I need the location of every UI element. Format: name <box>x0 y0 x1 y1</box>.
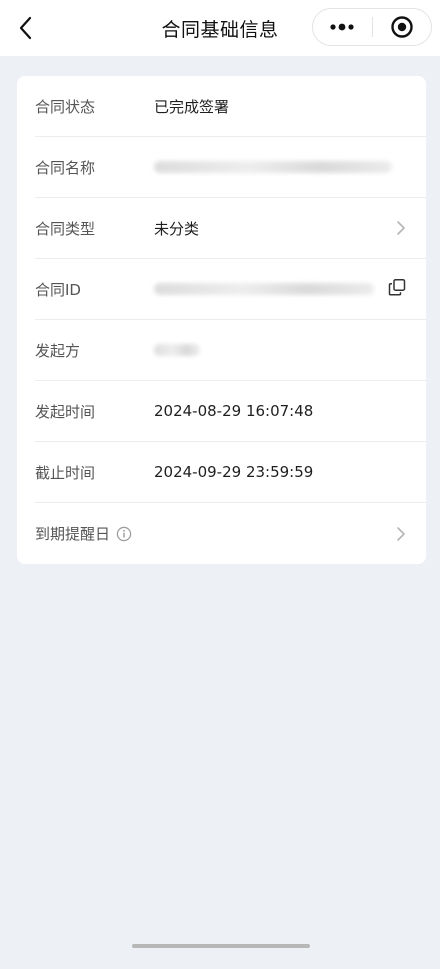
redacted-contract-id <box>154 283 374 295</box>
home-indicator <box>132 944 310 948</box>
reminder-label: 到期提醒日 <box>35 525 111 543</box>
detail-row-type[interactable]: 合同类型 未分类 <box>35 198 426 259</box>
detail-row-reminder[interactable]: 到期提醒日 <box>35 503 426 564</box>
detail-row-name: 合同名称 <box>35 137 426 198</box>
row-label: 截止时间 <box>35 463 96 482</box>
row-label-with-info: 到期提醒日 <box>35 523 154 544</box>
row-label: 合同状态 <box>35 97 96 116</box>
redacted-initiator <box>154 344 200 356</box>
redacted-contract-name <box>154 161 392 173</box>
row-label: 合同ID <box>35 280 81 299</box>
chevron-right-icon <box>396 526 406 542</box>
row-label: 发起方 <box>35 341 81 360</box>
back-button[interactable] <box>10 10 42 46</box>
mini-program-capsule <box>312 8 432 46</box>
detail-row-status: 合同状态 已完成签署 <box>35 76 426 137</box>
copy-icon[interactable] <box>388 278 406 296</box>
detail-row-initiator: 发起方 <box>35 320 426 381</box>
chevron-right-icon <box>396 220 406 236</box>
row-label: 合同类型 <box>35 219 96 238</box>
info-icon[interactable] <box>116 526 132 542</box>
row-label: 发起时间 <box>35 402 96 421</box>
deadline-value: 2024-09-29 23:59:59 <box>154 463 314 481</box>
chevron-left-icon <box>19 16 32 40</box>
status-value: 已完成签署 <box>154 97 230 116</box>
detail-row-start-time: 发起时间 2024-08-29 16:07:48 <box>35 381 426 442</box>
contract-info-screen: 合同基础信息 合同状态 已完成签署 合同名称 合同类型 未分类 合同ID 发起方… <box>0 0 440 969</box>
more-dots-icon <box>330 23 354 31</box>
nav-header: 合同基础信息 <box>0 0 440 56</box>
more-button[interactable] <box>313 9 372 45</box>
detail-row-id: 合同ID <box>35 259 426 320</box>
type-value: 未分类 <box>154 219 200 238</box>
start-time-value: 2024-08-29 16:07:48 <box>154 402 314 420</box>
target-circle-icon <box>391 16 413 38</box>
close-button[interactable] <box>372 9 431 45</box>
page-title: 合同基础信息 <box>161 18 279 41</box>
row-label: 合同名称 <box>35 158 96 177</box>
detail-row-deadline: 截止时间 2024-09-29 23:59:59 <box>35 442 426 503</box>
contract-details-card: 合同状态 已完成签署 合同名称 合同类型 未分类 合同ID 发起方 发起时间 2… <box>17 76 426 564</box>
